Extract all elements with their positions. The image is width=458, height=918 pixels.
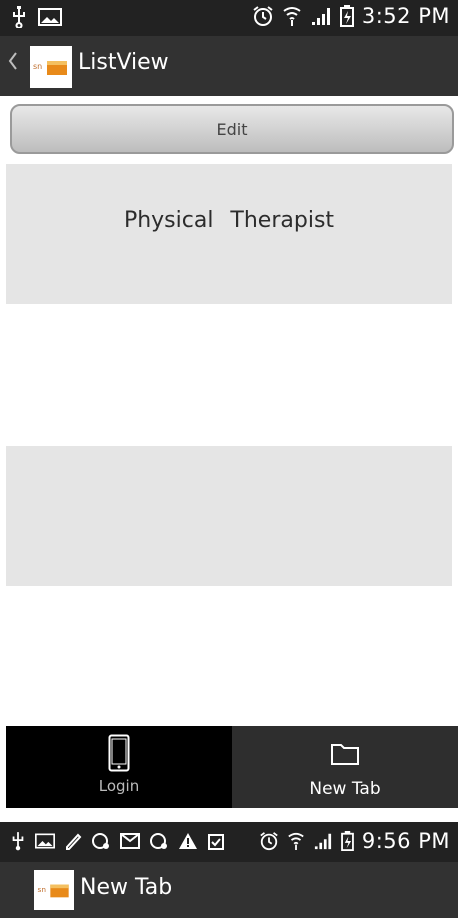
action-bar-title: New Tab — [80, 875, 173, 900]
app-logo-icon[interactable]: sn — [34, 870, 74, 910]
action-bar-title: ListView — [78, 50, 169, 75]
action-bar: sn ListView — [0, 36, 458, 96]
status-time: 9:56 PM — [361, 829, 450, 853]
battery-icon — [341, 831, 354, 851]
alarm-icon — [252, 5, 274, 27]
list-item[interactable]: Physical Therapist — [6, 164, 452, 304]
battery-icon — [339, 5, 354, 27]
status-bar: 3:52 PM — [0, 0, 458, 36]
phone-icon — [108, 734, 130, 776]
signal-icon — [310, 6, 332, 26]
chevron-left-icon[interactable] — [8, 51, 18, 77]
sync-icon — [149, 832, 169, 850]
action-bar-2: sn New Tab — [0, 862, 458, 918]
sync-icon — [91, 832, 111, 850]
usb-icon — [10, 6, 28, 28]
edit-button[interactable]: Edit — [10, 104, 454, 154]
list-item[interactable] — [6, 446, 452, 586]
warning-icon — [178, 832, 198, 850]
list-item-label: Physical Therapist — [123, 208, 335, 233]
mail-icon — [120, 833, 140, 849]
status-bar-2: 9:56 PM — [0, 822, 458, 862]
wifi-icon — [287, 831, 305, 851]
tab-bar: Login New Tab — [6, 726, 458, 808]
usb-icon — [10, 831, 26, 851]
signal-icon — [313, 832, 333, 850]
tab-new-tab[interactable]: New Tab — [232, 726, 458, 808]
status-time: 3:52 PM — [361, 4, 450, 28]
pen-icon — [64, 832, 82, 850]
alarm-icon — [259, 831, 279, 851]
image-icon — [35, 833, 55, 849]
wifi-icon — [282, 5, 302, 27]
svg-text:sn: sn — [38, 885, 47, 894]
app-logo-icon[interactable]: sn — [30, 46, 72, 88]
image-icon — [38, 8, 62, 26]
folder-icon — [330, 742, 360, 770]
clipboard-icon — [207, 832, 225, 850]
tab-login[interactable]: Login — [6, 726, 232, 808]
tab-new-tab-label: New Tab — [309, 779, 381, 799]
tab-login-label: Login — [98, 777, 140, 795]
svg-text:sn: sn — [33, 62, 42, 71]
